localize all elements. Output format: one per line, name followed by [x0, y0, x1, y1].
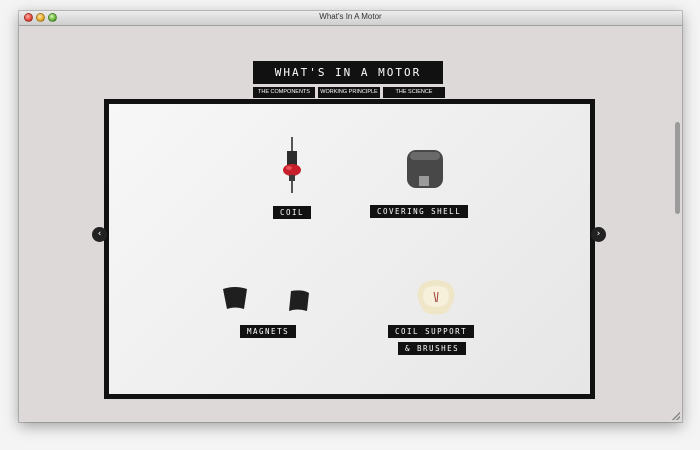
components-photo: COIL COVERING SHELL MAGNETS COIL SUPPORT… [109, 104, 590, 394]
chevron-left-icon: ‹ [97, 229, 102, 239]
window-title: What's In A Motor [319, 12, 382, 21]
nav-item-the-science[interactable]: THE SCIENCE [383, 87, 445, 98]
previous-slide-button[interactable]: ‹ [92, 227, 107, 242]
coil-support-label-line1[interactable]: COIL SUPPORT [388, 325, 475, 338]
site-logo[interactable]: WHAT'S IN A MOTOR [253, 61, 443, 84]
coil-support-image[interactable] [414, 278, 458, 318]
coil-label[interactable]: COIL [273, 206, 312, 219]
vertical-scrollbar[interactable] [675, 122, 680, 214]
components-stage: COIL COVERING SHELL MAGNETS COIL SUPPORT… [104, 99, 595, 399]
page-content: WHAT'S IN A MOTOR THE COMPONENTS WORKING… [19, 26, 682, 422]
coil-support-label-line2[interactable]: & BRUSHES [398, 342, 467, 355]
resize-handle[interactable] [672, 412, 680, 420]
browser-window: What's In A Motor WHAT'S IN A MOTOR THE … [19, 11, 682, 422]
magnets-label[interactable]: MAGNETS [240, 325, 297, 338]
next-slide-button[interactable]: › [591, 227, 606, 242]
magnets-image[interactable] [219, 285, 319, 315]
main-nav: THE COMPONENTS WORKING PRINCIPLE THE SCI… [253, 87, 445, 98]
covering-shell-label[interactable]: COVERING SHELL [370, 205, 469, 218]
nav-item-working-principle[interactable]: WORKING PRINCIPLE [318, 87, 380, 98]
title-bar: What's In A Motor [19, 11, 682, 26]
chevron-right-icon: › [596, 229, 601, 239]
nav-item-the-components[interactable]: THE COMPONENTS [253, 87, 315, 98]
covering-shell-image[interactable] [405, 148, 445, 190]
coil-image[interactable] [279, 137, 305, 193]
